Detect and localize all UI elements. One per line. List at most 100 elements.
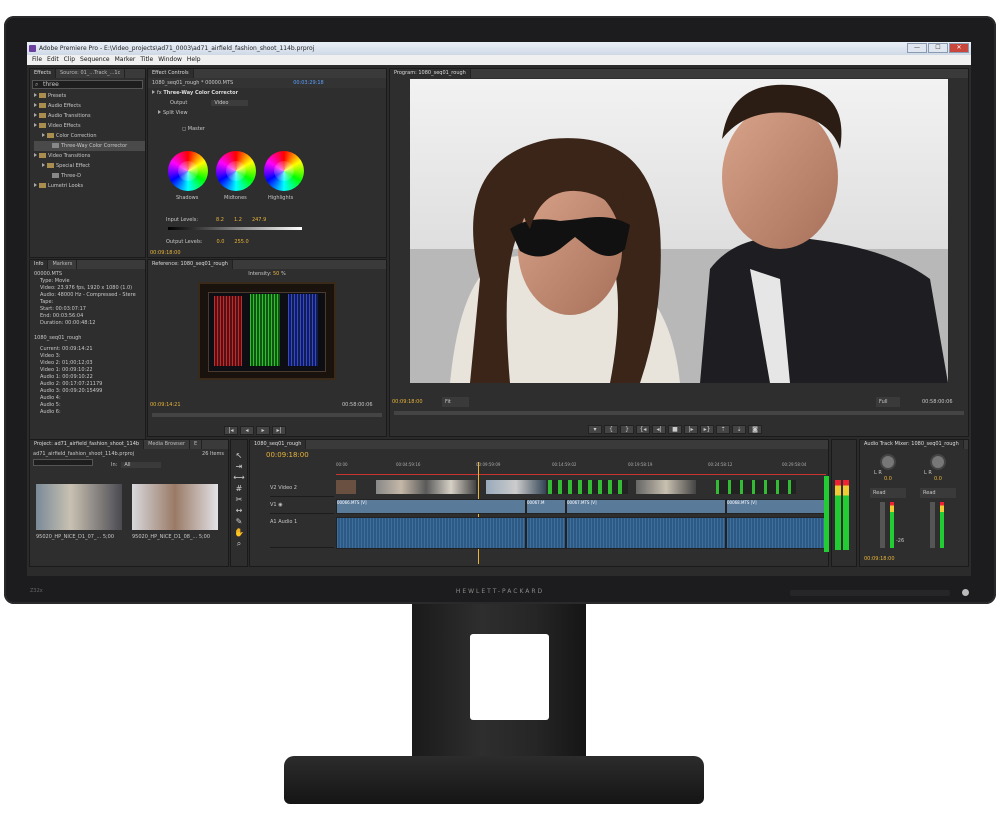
output-level-2[interactable]: 255.0: [234, 239, 248, 245]
clip[interactable]: [336, 480, 356, 494]
audio-clip[interactable]: [526, 517, 566, 549]
mixer-timecode[interactable]: 00:09:18:00: [864, 554, 895, 564]
ref-scrubber[interactable]: [152, 413, 382, 417]
video-2-track[interactable]: [336, 480, 826, 497]
tree-item-three-way[interactable]: Three-Way Color Corrector: [34, 141, 145, 151]
tab-media-browser[interactable]: Media Browser: [144, 440, 190, 449]
tab-effects[interactable]: Effects: [30, 69, 56, 78]
tree-item-three-d[interactable]: Three-D: [34, 171, 145, 181]
tab-effect-controls[interactable]: Effect Controls: [148, 69, 194, 78]
go-to-out-button[interactable]: ▸}: [700, 425, 714, 434]
menu-edit[interactable]: Edit: [47, 56, 59, 63]
tab-project[interactable]: Project: ad71_airfield_fashion_shoot_114…: [30, 440, 145, 449]
tab-sequence[interactable]: 1080_seq01_rough: [250, 440, 307, 449]
stop-button[interactable]: ■: [668, 425, 682, 434]
tree-item-special-effect[interactable]: Special Effect: [34, 161, 145, 171]
pan-knob[interactable]: [880, 454, 896, 470]
osd-buttons[interactable]: [790, 590, 950, 596]
go-to-in-button[interactable]: {◂: [636, 425, 650, 434]
tab-audio-mixer[interactable]: Audio Track Mixer: 1080_seq01_rough: [860, 440, 964, 449]
slip-tool-icon[interactable]: ↔: [231, 505, 247, 516]
clip-v1[interactable]: 00067.MTS [V]: [566, 499, 726, 514]
automation-mode-dropdown[interactable]: Read: [920, 488, 956, 498]
expand-icon[interactable]: [152, 90, 155, 94]
automation-mode-dropdown[interactable]: Read: [870, 488, 906, 498]
hand-tool-icon[interactable]: ✋: [231, 527, 247, 538]
step-forward-button[interactable]: ▸|: [272, 426, 286, 435]
tree-item-video-transitions[interactable]: Video Transitions: [34, 151, 145, 161]
tab-extra[interactable]: E: [190, 440, 203, 449]
output-dropdown[interactable]: Video: [211, 100, 249, 106]
effects-search-input[interactable]: ⌕ three: [32, 80, 143, 89]
minimize-button[interactable]: —: [907, 43, 927, 53]
audio-1-track[interactable]: [336, 516, 826, 550]
shadows-wheel[interactable]: [168, 151, 208, 191]
pan-knob[interactable]: [930, 454, 946, 470]
play-reverse-button[interactable]: ◂: [240, 426, 254, 435]
export-frame-button[interactable]: ◙: [748, 425, 762, 434]
volume-fader[interactable]: [880, 502, 885, 548]
intensity-value[interactable]: 50: [273, 271, 279, 277]
program-tc-left[interactable]: 00:09:18:00: [392, 397, 423, 407]
menu-sequence[interactable]: Sequence: [80, 56, 110, 63]
clip-thumbnail[interactable]: [132, 484, 218, 530]
tab-info[interactable]: Info: [30, 260, 49, 269]
clip[interactable]: [548, 480, 628, 494]
pen-tool-icon[interactable]: ✎: [231, 516, 247, 527]
ec-current-time[interactable]: 00:09:18:00: [150, 248, 181, 258]
pan-value[interactable]: 0.0: [934, 474, 942, 484]
zoom-tool-icon[interactable]: ⌕: [231, 538, 247, 549]
menu-clip[interactable]: Clip: [64, 56, 75, 63]
tree-item-lumetri[interactable]: Lumetri Looks: [34, 181, 145, 191]
tree-item-video-effects[interactable]: Video Effects: [34, 121, 145, 131]
clip[interactable]: [486, 480, 546, 494]
highlights-wheel[interactable]: [264, 151, 304, 191]
audio-clip[interactable]: [726, 517, 826, 549]
video-1-track[interactable]: 00066.MTS [V] 00067.M 00067.MTS [V] 0006…: [336, 498, 826, 515]
output-level-1[interactable]: 0.0: [216, 239, 224, 245]
input-level-2[interactable]: 1.2: [234, 217, 242, 223]
maximize-button[interactable]: ☐: [928, 43, 948, 53]
mark-in-button[interactable]: {: [604, 425, 618, 434]
zoom-dropdown[interactable]: Fit: [442, 397, 469, 407]
tree-item-presets[interactable]: Presets: [34, 91, 145, 101]
tab-reference[interactable]: Reference: 1080_seq01_rough: [148, 260, 233, 269]
clip[interactable]: [636, 480, 696, 494]
resolution-dropdown[interactable]: Full: [876, 397, 900, 407]
clip[interactable]: [716, 480, 796, 494]
input-levels-slider[interactable]: [168, 227, 302, 230]
extract-button[interactable]: ⇣: [732, 425, 746, 434]
audio-clip[interactable]: [566, 517, 726, 549]
eye-icon[interactable]: ◉: [278, 502, 282, 508]
menu-file[interactable]: File: [32, 56, 42, 63]
volume-fader[interactable]: [930, 502, 935, 548]
expand-icon[interactable]: [158, 110, 161, 114]
tab-program[interactable]: Program: 1080_seq01_rough: [390, 69, 471, 78]
razor-tool-icon[interactable]: ✂: [231, 494, 247, 505]
timeline-ruler[interactable]: 00:00 00:04:59:16 00:09:59:09 00:14:59:0…: [336, 462, 826, 472]
tree-item-audio-effects[interactable]: Audio Effects: [34, 101, 145, 111]
power-button-icon[interactable]: [962, 589, 969, 596]
audio-clip[interactable]: [336, 517, 526, 549]
work-area-bar[interactable]: [336, 474, 826, 475]
menu-window[interactable]: Window: [158, 56, 182, 63]
tab-source[interactable]: Source: 01_...Track_...1c: [56, 69, 126, 78]
menu-help[interactable]: Help: [187, 56, 201, 63]
selection-tool-icon[interactable]: ↖: [231, 450, 247, 461]
input-level-3[interactable]: 247.9: [252, 217, 266, 223]
step-back-button[interactable]: |◂: [224, 426, 238, 435]
clip-thumbnail[interactable]: [36, 484, 122, 530]
step-forward-button[interactable]: |▸: [684, 425, 698, 434]
menu-marker[interactable]: Marker: [115, 56, 136, 63]
tree-item-color-correction[interactable]: Color Correction: [34, 131, 145, 141]
tab-markers[interactable]: Markers: [48, 260, 78, 269]
midtones-wheel[interactable]: [216, 151, 256, 191]
clip-v1[interactable]: 00068.MTS [V]: [726, 499, 826, 514]
tree-item-audio-transitions[interactable]: Audio Transitions: [34, 111, 145, 121]
project-search-input[interactable]: [33, 459, 93, 466]
in-dropdown[interactable]: All: [121, 462, 161, 468]
ripple-edit-tool-icon[interactable]: ⟷: [231, 472, 247, 483]
clip[interactable]: [376, 480, 476, 494]
timeline-timecode[interactable]: 00:09:18:00: [266, 450, 309, 460]
play-button[interactable]: ▸: [256, 426, 270, 435]
